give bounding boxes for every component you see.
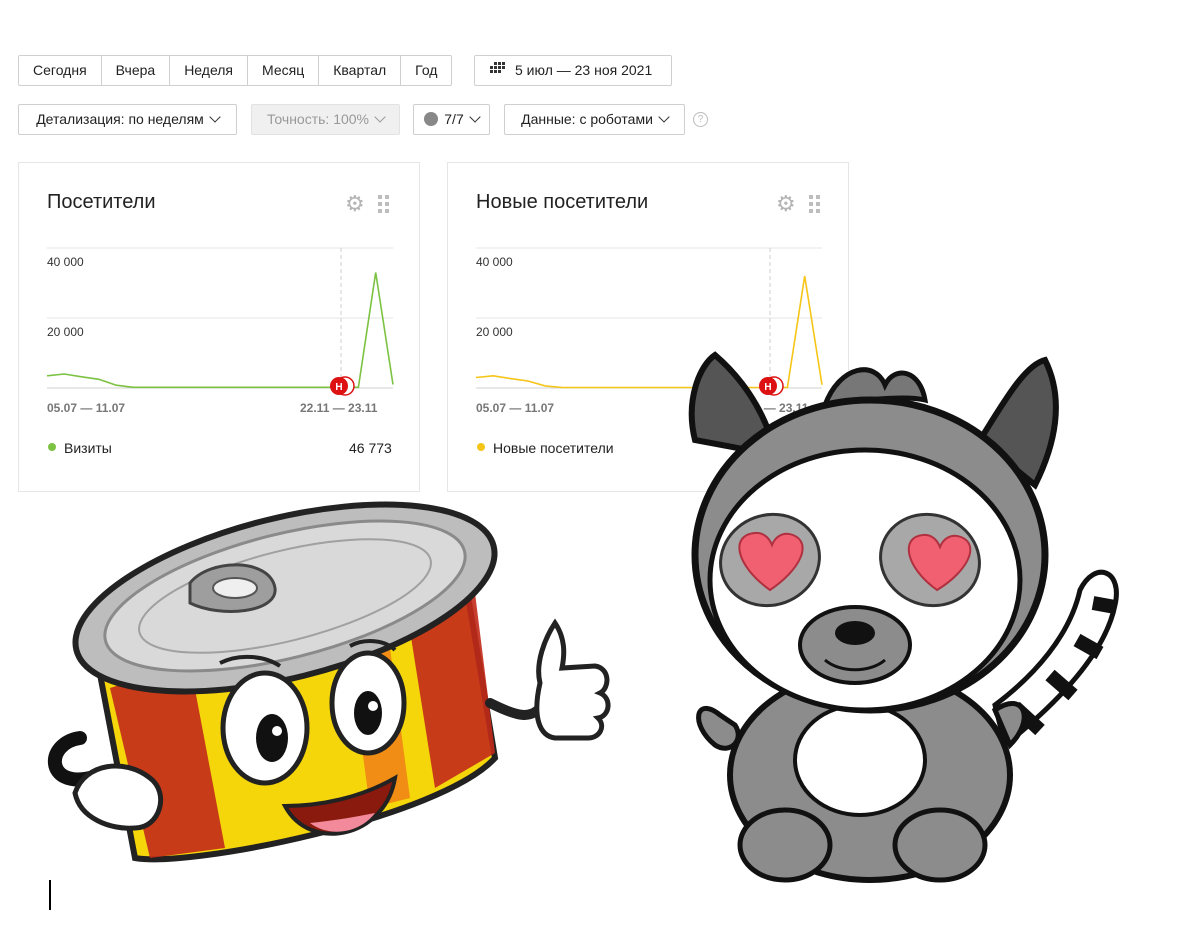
widget-title: Посетители (47, 191, 156, 213)
segments-dropdown[interactable]: 7/7 (413, 104, 490, 135)
annotation-marker: Н (330, 376, 355, 396)
data-dropdown[interactable]: Данные: с роботами (504, 104, 685, 135)
lemur-sticker (688, 351, 1119, 883)
period-selector: Сегодня Вчера Неделя Месяц Квартал Год (18, 55, 453, 86)
period-year-button[interactable]: Год (401, 55, 453, 86)
legend-dot (477, 443, 485, 451)
detail-dropdown[interactable]: Детализация: по неделям (18, 104, 237, 135)
period-yesterday-button[interactable]: Вчера (101, 55, 171, 86)
calendar-grid-icon (489, 55, 505, 84)
x-tick-label-end: 22.11 — 23.11 (300, 401, 378, 415)
gear-icon[interactable]: ⚙ (345, 193, 365, 215)
legend-label: Новые посетители (493, 440, 614, 456)
detail-label: Детализация: по неделям (36, 111, 204, 127)
legend-value: 46 773 (349, 440, 392, 456)
x-tick-label-start: 05.07 — 11.07 (47, 401, 126, 415)
chevron-down-icon (658, 111, 670, 123)
y-tick-label: 40 000 (47, 255, 84, 269)
drag-handle-icon[interactable] (809, 195, 821, 213)
period-month-button[interactable]: Месяц (248, 55, 320, 86)
tin-can-sticker (48, 501, 611, 863)
y-tick-label: 40 000 (476, 255, 513, 269)
legend-dot (48, 443, 56, 451)
date-range-label: 5 июл — 23 ноя 2021 (515, 62, 653, 78)
text-cursor (49, 880, 51, 910)
accuracy-label: Точность: 100% (266, 111, 370, 127)
y-tick-label: 20 000 (47, 325, 84, 339)
data-label: Данные: с роботами (521, 111, 653, 127)
y-tick-label: 20 000 (476, 325, 513, 339)
gear-icon[interactable]: ⚙ (776, 193, 796, 215)
chevron-down-icon (469, 111, 481, 123)
period-quarter-button[interactable]: Квартал (319, 55, 402, 86)
date-range-button[interactable]: 5 июл — 23 ноя 2021 (474, 55, 672, 86)
chevron-down-icon (374, 111, 386, 123)
help-icon[interactable]: ? (693, 112, 708, 127)
segments-label: 7/7 (444, 111, 464, 127)
accuracy-dropdown[interactable]: Точность: 100% (251, 104, 400, 135)
annotation-label: Н (335, 382, 342, 393)
period-today-button[interactable]: Сегодня (18, 55, 102, 86)
x-tick-label-start: 05.07 — 11.07 (476, 401, 555, 415)
widget-title: Новые посетители (476, 191, 649, 213)
speech-bubble-icon (424, 112, 439, 127)
drag-handle-icon[interactable] (378, 195, 390, 213)
visitors-widget: Посетители ⚙ Н 40 000 20 000 05.07 — 11.… (18, 162, 420, 492)
period-week-button[interactable]: Неделя (170, 55, 249, 86)
legend-label: Визиты (64, 440, 112, 456)
chevron-down-icon (209, 111, 221, 123)
